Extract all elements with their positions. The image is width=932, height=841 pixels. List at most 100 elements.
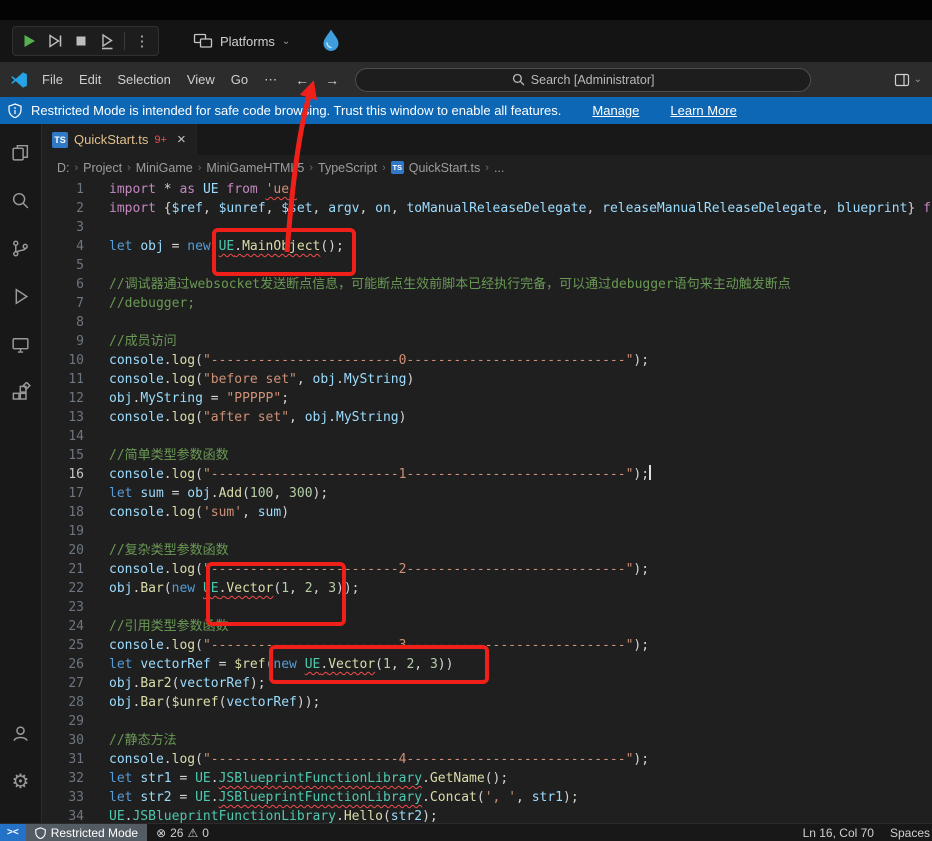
line-number: 28	[42, 693, 84, 712]
extensions-icon[interactable]	[5, 376, 37, 408]
layout-customize-button[interactable]: ⌄	[894, 72, 922, 88]
playback-controls: ⋮	[12, 26, 159, 56]
close-icon[interactable]: ×	[177, 131, 186, 148]
code-line-11[interactable]: console.log("before set", obj.MyString)	[109, 370, 932, 389]
breadcrumb: D:›Project›MiniGame›MiniGameHTML5›TypeSc…	[42, 155, 932, 180]
code-line-19[interactable]	[109, 522, 932, 541]
code-line-1[interactable]: import * as UE from 'ue'	[109, 180, 932, 199]
code-line-23[interactable]	[109, 598, 932, 617]
settings-gear-icon[interactable]: ⚙	[5, 765, 37, 797]
code-line-26[interactable]: let vectorRef = $ref(new UE.Vector(1, 2,…	[109, 655, 932, 674]
ts-file-icon: TS	[391, 161, 404, 174]
line-number: 5	[42, 256, 84, 275]
vscode-titlebar: FileEditSelectionViewGo⋯ ← → Search [Adm…	[0, 62, 932, 97]
code-line-31[interactable]: console.log("------------------------4--…	[109, 750, 932, 769]
main-area: ⚙ TS QuickStart.ts 9+ × D:›Project›MiniG…	[0, 124, 932, 823]
stop-button[interactable]	[69, 29, 93, 53]
command-center-search[interactable]: Search [Administrator]	[355, 68, 811, 92]
account-icon[interactable]	[5, 717, 37, 749]
vscode-logo-icon	[10, 71, 28, 89]
code-line-22[interactable]: obj.Bar(new UE.Vector(1, 2, 3));	[109, 579, 932, 598]
breadcrumb-item[interactable]: MiniGame	[136, 161, 193, 175]
code-line-21[interactable]: console.log("------------------------2--…	[109, 560, 932, 579]
code-line-18[interactable]: console.log('sum', sum)	[109, 503, 932, 522]
code-line-33[interactable]: let str2 = UE.JSBlueprintFunctionLibrary…	[109, 788, 932, 807]
more-options-kebab-icon[interactable]: ⋮	[130, 29, 154, 53]
code-line-9[interactable]: //成员访问	[109, 332, 932, 351]
menu-selection[interactable]: Selection	[109, 69, 178, 91]
debug-droplet-icon[interactable]	[320, 28, 342, 54]
menu-file[interactable]: File	[34, 69, 71, 91]
code-line-17[interactable]: let sum = obj.Add(100, 300);	[109, 484, 932, 503]
shield-icon	[35, 827, 46, 839]
code-line-2[interactable]: import {$ref, $unref, $set, argv, on, to…	[109, 199, 932, 218]
menu-edit[interactable]: Edit	[71, 69, 109, 91]
run-debug-icon[interactable]	[5, 280, 37, 312]
platforms-dropdown[interactable]: Platforms ⌄	[193, 32, 290, 50]
code-line-13[interactable]: console.log("after set", obj.MyString)	[109, 408, 932, 427]
code-line-34[interactable]: UE.JSBlueprintFunctionLibrary.Hello(str2…	[109, 807, 932, 823]
code-line-32[interactable]: let str1 = UE.JSBlueprintFunctionLibrary…	[109, 769, 932, 788]
indent-status[interactable]: Spaces	[890, 826, 930, 840]
play-button[interactable]	[17, 29, 41, 53]
breadcrumb-item[interactable]: D:	[57, 161, 70, 175]
line-number: 2	[42, 199, 84, 218]
code-line-3[interactable]	[109, 218, 932, 237]
menu-more[interactable]: ⋯	[256, 69, 285, 91]
code-line-28[interactable]: obj.Bar($unref(vectorRef));	[109, 693, 932, 712]
banner-message: Restricted Mode is intended for safe cod…	[31, 103, 561, 118]
breadcrumb-separator: ›	[382, 162, 386, 174]
breadcrumb-file[interactable]: QuickStart.ts	[409, 161, 481, 175]
code-line-15[interactable]: //简单类型参数函数	[109, 446, 932, 465]
source-control-icon[interactable]	[5, 232, 37, 264]
code-line-27[interactable]: obj.Bar2(vectorRef);	[109, 674, 932, 693]
launch-button[interactable]	[95, 29, 119, 53]
code-line-6[interactable]: //调试器通过websocket发送断点信息，可能断点生效前脚本已经执行完备，可…	[109, 275, 932, 294]
line-number: 8	[42, 313, 84, 332]
breadcrumb-item[interactable]: MiniGameHTML5	[206, 161, 304, 175]
line-number: 13	[42, 408, 84, 427]
step-icon	[46, 32, 64, 50]
remote-indicator[interactable]: ><	[0, 824, 26, 841]
code-line-14[interactable]	[109, 427, 932, 446]
tab-quickstart[interactable]: TS QuickStart.ts 9+ ×	[42, 124, 197, 155]
menu-view[interactable]: View	[179, 69, 223, 91]
breadcrumb-item[interactable]: TypeScript	[318, 161, 377, 175]
breadcrumb-item[interactable]: Project	[83, 161, 122, 175]
problems-status[interactable]: ⊗ 26 ⚠ 0	[147, 826, 218, 840]
remote-explorer-icon[interactable]	[5, 328, 37, 360]
code-line-25[interactable]: console.log("------------------------3--…	[109, 636, 932, 655]
restricted-mode-status[interactable]: Restricted Mode	[26, 824, 147, 841]
search-sidebar-icon[interactable]	[5, 184, 37, 216]
code-line-29[interactable]	[109, 712, 932, 731]
status-right: Ln 16, Col 70 Spaces	[803, 826, 932, 840]
code-line-7[interactable]: //debugger;	[109, 294, 932, 313]
cursor-position-status[interactable]: Ln 16, Col 70	[803, 826, 874, 840]
line-number: 12	[42, 389, 84, 408]
step-button[interactable]	[43, 29, 67, 53]
menubar: FileEditSelectionViewGo⋯	[34, 69, 285, 91]
learn-more-link[interactable]: Learn More	[670, 103, 736, 118]
manage-link[interactable]: Manage	[592, 103, 639, 118]
code-line-16[interactable]: console.log("------------------------1--…	[109, 465, 932, 484]
back-arrow-icon[interactable]: ←	[295, 72, 309, 88]
code-line-5[interactable]	[109, 256, 932, 275]
code-line-12[interactable]: obj.MyString = "PPPPP";	[109, 389, 932, 408]
forward-arrow-icon[interactable]: →	[325, 72, 339, 88]
explorer-icon[interactable]	[5, 136, 37, 168]
code-line-20[interactable]: //复杂类型参数函数	[109, 541, 932, 560]
line-number: 18	[42, 503, 84, 522]
line-number: 11	[42, 370, 84, 389]
nav-arrows: ← →	[295, 72, 339, 88]
code-lines[interactable]: import * as UE from 'ue'import {$ref, $u…	[109, 180, 932, 823]
code-editor[interactable]: 1234567891011121314151617181920212223242…	[42, 180, 932, 823]
code-line-30[interactable]: //静态方法	[109, 731, 932, 750]
code-line-10[interactable]: console.log("------------------------0--…	[109, 351, 932, 370]
layout-icon	[894, 72, 910, 88]
line-number: 14	[42, 427, 84, 446]
code-line-8[interactable]	[109, 313, 932, 332]
breadcrumb-tail[interactable]: ...	[494, 161, 504, 175]
code-line-4[interactable]: let obj = new UE.MainObject();	[109, 237, 932, 256]
menu-go[interactable]: Go	[223, 69, 256, 91]
code-line-24[interactable]: //引用类型参数函数	[109, 617, 932, 636]
